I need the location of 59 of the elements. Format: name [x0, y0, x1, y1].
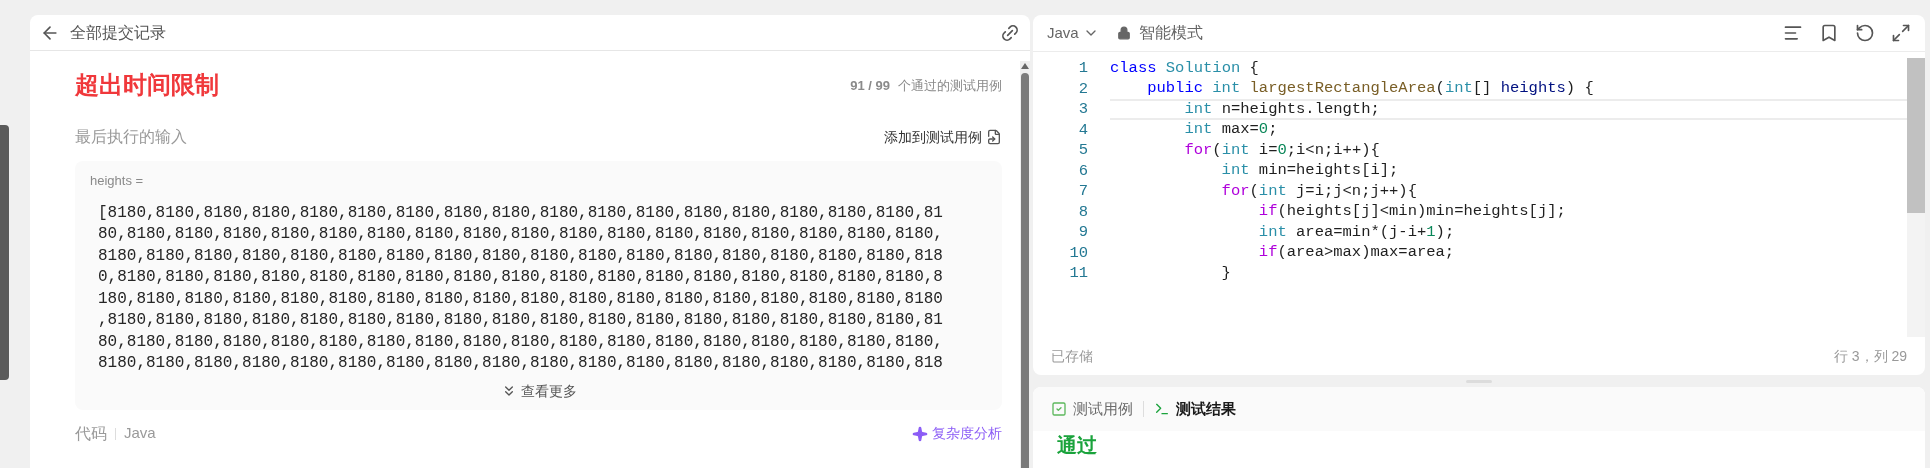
status-title: 超出时间限制 [75, 70, 219, 100]
input-value-line: 80,8180,8180,8180,8180,8180,8180,8180,8180,8180,8180,8180,8180,8180,8180,8180,8180,8180, [98, 331, 944, 353]
input-value-line: 8180,8180,8180,8180,8180,8180,8180,8180,8180,8180,8180,8180,8180,8180,8180,8180,8180,818 [98, 245, 944, 267]
section-title: 最后执行的输入 [75, 127, 187, 147]
code-language: Java [124, 423, 156, 444]
code-text: int area=min*(j-i+1); [1257, 222, 1456, 243]
line-number: 10 [1068, 242, 1088, 263]
code-text: int n=heights.length; [1110, 99, 1907, 120]
code-text: class Solution { [1110, 58, 1260, 79]
format-icon[interactable] [1783, 23, 1803, 43]
code-text: int min=heights[i]; [1220, 160, 1400, 181]
bookmark-icon[interactable] [1819, 23, 1839, 43]
panel-tab[interactable]: 测试结果 [1154, 397, 1236, 421]
lock-icon [1116, 26, 1131, 40]
add-test-button[interactable]: 添加到测试用例 [884, 126, 1002, 148]
passed-count: 91 / 99 [850, 76, 890, 95]
terminal-icon [1154, 401, 1170, 417]
code-text: for(int j=i;j<n;j++){ [1220, 181, 1418, 202]
back-link[interactable]: 全部提交记录 [70, 20, 166, 45]
cursor-position: 行 3，列 29 [1833, 346, 1907, 366]
code-text: if(area>max)max=area; [1257, 242, 1456, 263]
line-number: 9 [1077, 222, 1088, 243]
code-text: if(heights[j]<min)min=heights[j]; [1257, 201, 1567, 222]
line-number: 11 [1068, 263, 1088, 284]
input-value-line: 0,8180,8180,8180,8180,8180,8180,8180,8180,8180,8180,8180,8180,8180,8180,8180,8180,8180,8 [98, 267, 944, 288]
result-status: 通过 [1057, 434, 1097, 456]
line-number: 5 [1077, 140, 1088, 161]
line-number: 6 [1077, 160, 1088, 181]
complexity-button[interactable]: 复杂度分析 [912, 423, 1002, 444]
scrollbar[interactable] [1907, 58, 1925, 337]
line-number: 2 [1077, 78, 1088, 99]
scrollbar[interactable] [0, 125, 9, 380]
input-value-line: ,8180,8180,8180,8180,8180,8180,8180,8180,8180,8180,8180,8180,8180,8180,8180,8180,8180,81 [98, 310, 944, 331]
line-number: 7 [1077, 181, 1088, 202]
input-name: heights = [90, 172, 145, 190]
language-dropdown[interactable]: Java [1047, 21, 1099, 45]
expand-icon[interactable] [1891, 23, 1911, 43]
checkbox-icon [1051, 401, 1067, 417]
undo-icon[interactable] [1855, 23, 1875, 43]
panel-tab[interactable]: 测试用例 [1051, 397, 1133, 421]
code-text: int max=0; [1183, 119, 1279, 140]
mode-label: 智能模式 [1138, 23, 1203, 43]
input-value-line: 180,8180,8180,8180,8180,8180,8180,8180,8180,8180,8180,8180,8180,8180,8180,8180,8180,8180 [98, 288, 944, 310]
code-text: } [1220, 263, 1232, 284]
code-text: for(int i=0;i<n;i++){ [1183, 140, 1381, 161]
passed-label: 个通过的测试用例 [898, 76, 1002, 95]
sparkle-icon [912, 425, 928, 442]
line-number: 3 [1077, 99, 1088, 120]
input-value-line: [8180,8180,8180,8180,8180,8180,8180,8180,8180,8180,8180,8180,8180,8180,8180,8180,8180,81 [98, 202, 944, 224]
line-number: 1 [1077, 58, 1088, 79]
code-label: 代码 [75, 423, 107, 444]
add-file-icon [986, 129, 1002, 145]
code-text: public int largestRectangleArea(int[] heights) { [1146, 78, 1595, 99]
input-value-line: 80,8180,8180,8180,8180,8180,8180,8180,8180,8180,8180,8180,8180,8180,8180,8180,8180,8180, [98, 224, 944, 245]
input-value-line: 8180,8180,8180,8180,8180,8180,8180,8180,8180,8180,8180,8180,8180,8180,8180,8180,8180,818 [98, 353, 944, 374]
show-more-button[interactable]: 查看更多 [500, 380, 577, 402]
line-number: 4 [1077, 119, 1088, 140]
save-status: 已存储 [1051, 346, 1093, 366]
line-number: 8 [1077, 201, 1088, 222]
